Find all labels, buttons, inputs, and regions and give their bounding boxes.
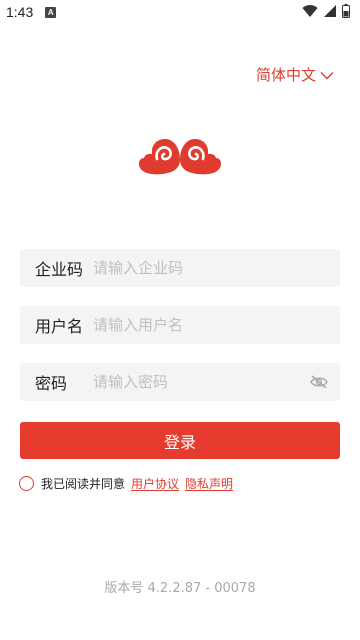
eye-hidden-icon[interactable] bbox=[308, 371, 330, 393]
company-code-field: 企业码 bbox=[20, 249, 340, 287]
password-input[interactable] bbox=[93, 363, 308, 401]
signal-icon bbox=[323, 3, 337, 22]
username-input[interactable] bbox=[93, 306, 340, 344]
password-field: 密码 bbox=[20, 363, 340, 401]
company-code-input[interactable] bbox=[93, 249, 340, 287]
user-agreement-link[interactable]: 用户协议 bbox=[131, 475, 179, 492]
chevron-down-icon bbox=[320, 66, 334, 84]
status-bar: 1:43 A bbox=[0, 0, 360, 24]
version-label: 版本号 4.2.2.87 - 00078 bbox=[104, 581, 256, 596]
privacy-statement-link[interactable]: 隐私声明 bbox=[185, 475, 233, 492]
agreement-row: 我已阅读并同意 用户协议 隐私声明 bbox=[19, 475, 239, 492]
language-label: 简体中文 bbox=[255, 66, 316, 84]
login-button[interactable]: 登录 bbox=[20, 422, 340, 459]
battery-icon bbox=[342, 3, 350, 22]
agreement-radio[interactable] bbox=[19, 476, 34, 491]
status-icons bbox=[302, 3, 350, 22]
status-time: 1:43 bbox=[6, 4, 34, 20]
language-selector[interactable]: 简体中文 bbox=[256, 64, 334, 85]
username-field: 用户名 bbox=[20, 306, 340, 344]
company-code-label: 企业码 bbox=[35, 260, 84, 279]
agreement-text: 我已阅读并同意 bbox=[41, 477, 126, 491]
app-logo bbox=[136, 134, 224, 178]
a-notification-icon: A bbox=[45, 6, 57, 18]
wifi-icon bbox=[302, 3, 318, 22]
username-label: 用户名 bbox=[35, 317, 84, 336]
password-label: 密码 bbox=[35, 374, 68, 393]
